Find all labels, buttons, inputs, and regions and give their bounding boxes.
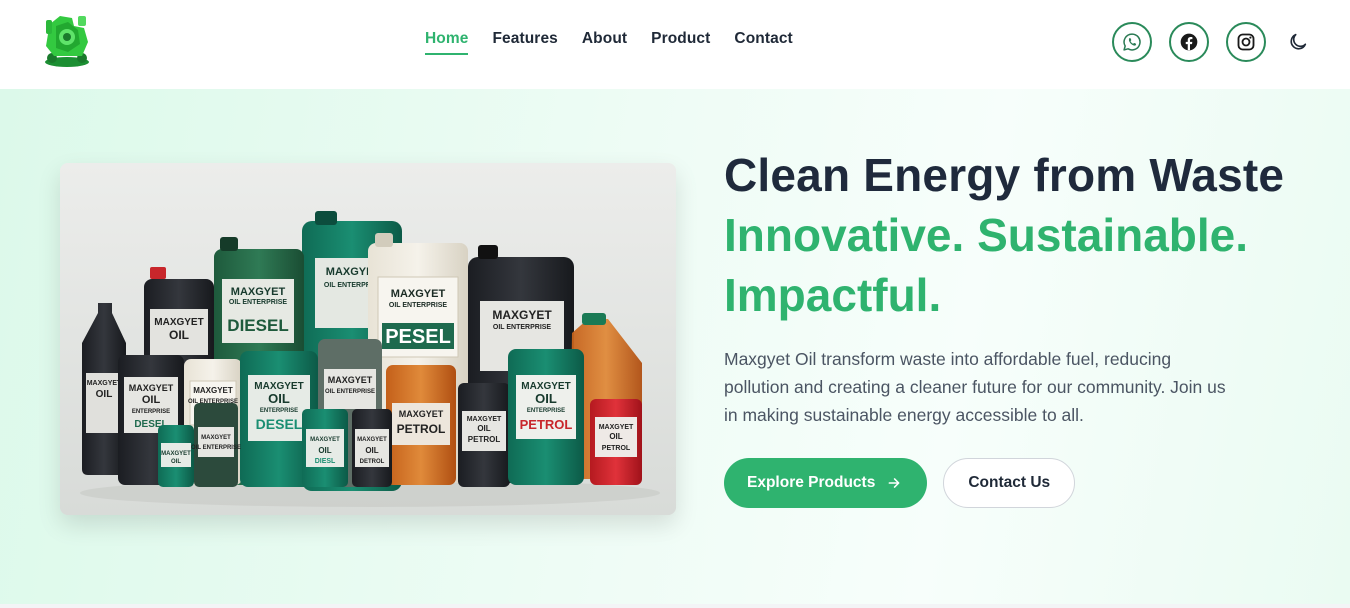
label-oil-enterprise-3: OIL ENTERPRISE: [493, 324, 552, 331]
label-oil-12: OIL: [477, 424, 490, 433]
label-petrol: PETROL: [397, 422, 446, 436]
label-brand-14: MAXGYET: [599, 424, 634, 431]
label-brand-4: MAXGYET: [231, 286, 286, 298]
label-diesl: DIESL: [315, 458, 336, 465]
moon-icon[interactable]: [1287, 31, 1309, 53]
label-brand-10: MAXGYET: [328, 375, 373, 385]
facebook-icon: [1180, 33, 1198, 51]
nav-contact[interactable]: Contact: [734, 30, 792, 54]
label-desel-2: DESEL: [256, 416, 303, 432]
label-brand-15: MAXGYET: [161, 451, 191, 457]
label-brand-3: MAXGYET: [492, 308, 552, 322]
label-enterprise-7: ENTERPRISE: [132, 409, 170, 415]
label-oil-17: OIL: [318, 446, 331, 455]
hero-text: Clean Energy from Waste Innovative. Sust…: [724, 145, 1324, 429]
label-pesel: PESEL: [385, 326, 451, 348]
hero-title: Clean Energy from Waste: [724, 149, 1285, 201]
label-oil-14: OIL: [609, 432, 622, 441]
whatsapp-icon: [1123, 33, 1141, 51]
label-brand-18: MAXGYET: [357, 437, 387, 443]
section-divider: [0, 604, 1350, 608]
label-detrol: DETROL: [360, 459, 385, 465]
instagram-icon: [1237, 33, 1255, 51]
nav-product[interactable]: Product: [651, 30, 710, 54]
label-brand-12: MAXGYET: [467, 416, 502, 423]
hero-subtitle-line2: Impactful.: [724, 269, 942, 321]
nav-about[interactable]: About: [582, 30, 627, 54]
main-nav: Home Features About Product Contact: [425, 30, 793, 55]
label-oil-13: OIL: [535, 391, 557, 406]
label-enterprise-13: ENTERPRISE: [527, 408, 565, 414]
label-brand-16: MAXGYET: [201, 435, 231, 441]
hero-buttons: Explore Products Contact Us: [724, 458, 1076, 508]
label-oil-15: OIL: [171, 459, 181, 465]
label-brand-8: MAXGYET: [193, 386, 233, 395]
label-oil-9: OIL: [268, 391, 290, 406]
label-petrol-2: PETROL: [468, 435, 501, 444]
label-oil-5: OIL: [169, 328, 189, 342]
arrow-right-icon: [888, 478, 900, 488]
nav-features[interactable]: Features: [492, 30, 557, 54]
label-petrol-3: PETROL: [520, 417, 573, 432]
label-brand-11: MAXGYET: [399, 409, 444, 419]
label-petrol-4: PETROL: [602, 445, 631, 452]
hero-product-image: MAXGYET OIL ENTERPRISE MAXGYET OIL ENTER…: [60, 163, 676, 515]
maxgyet-logo-icon[interactable]: [38, 12, 96, 70]
label-diesel: DIESEL: [227, 316, 288, 335]
label-oil-6: OIL: [96, 389, 113, 400]
label-brand-7: MAXGYET: [129, 383, 174, 393]
facebook-button[interactable]: [1169, 22, 1209, 62]
label-enterprise-9: ENTERPRISE: [260, 408, 298, 414]
label-brand-2: MAXGYET: [391, 288, 446, 300]
instagram-button[interactable]: [1226, 22, 1266, 62]
label-oil-7: OIL: [142, 394, 161, 406]
label-brand-6: MAXGYET: [87, 380, 122, 387]
hero-subtitle-line1: Innovative. Sustainable.: [724, 209, 1249, 261]
label-oil-enterprise-10: OIL ENTERPRISE: [325, 389, 375, 395]
nav-home[interactable]: Home: [425, 30, 469, 55]
label-oil-enterprise-16: OIL ENTERPRISE: [191, 445, 241, 451]
explore-products-button[interactable]: Explore Products: [724, 458, 928, 508]
fuel-containers-illustration: MAXGYET OIL ENTERPRISE MAXGYET OIL ENTER…: [60, 163, 676, 515]
label-brand-17: MAXGYET: [310, 437, 340, 443]
label-oil-enterprise-2: OIL ENTERPRISE: [389, 302, 448, 309]
hero-description: Maxgyet Oil transform waste into afforda…: [724, 349, 1226, 425]
site-header: Home Features About Product Contact: [0, 0, 1350, 88]
label-oil-18: OIL: [365, 446, 378, 455]
label-oil-enterprise-4: OIL ENTERPRISE: [229, 299, 288, 306]
whatsapp-button[interactable]: [1112, 22, 1152, 62]
label-brand-5: MAXGYET: [154, 317, 203, 328]
hero-section: MAXGYET OIL ENTERPRISE MAXGYET OIL ENTER…: [0, 89, 1350, 608]
explore-products-label: Explore Products: [747, 474, 876, 491]
social-links: [1112, 22, 1266, 62]
contact-us-button[interactable]: Contact Us: [943, 458, 1076, 508]
